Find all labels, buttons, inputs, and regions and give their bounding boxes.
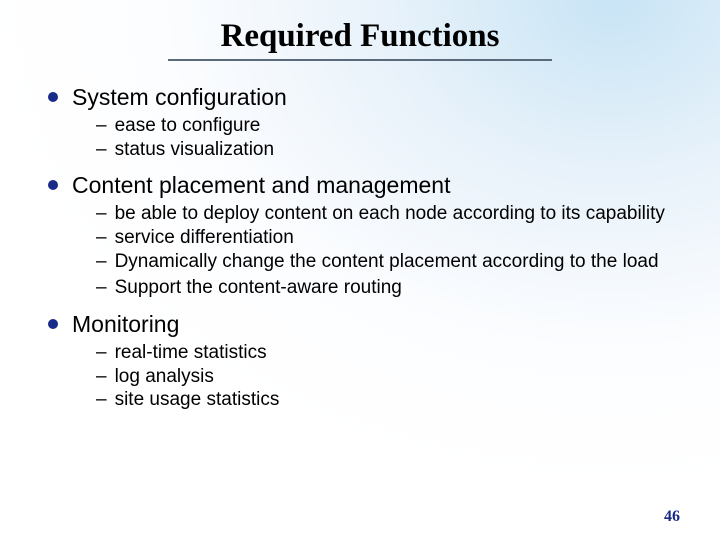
sub-text: ease to configure xyxy=(115,114,261,138)
sub-item: – Dynamically change the content placeme… xyxy=(96,250,680,274)
bullet-icon xyxy=(48,319,58,329)
dash-icon: – xyxy=(96,202,107,226)
sub-item: – real-time statistics xyxy=(96,341,680,365)
sub-text: log analysis xyxy=(115,365,214,389)
slide-container: Required Functions System configuration … xyxy=(0,0,720,412)
sub-item: – service differentiation xyxy=(96,226,680,250)
slide-title: Required Functions xyxy=(40,18,680,55)
dash-icon: – xyxy=(96,138,107,162)
dash-icon: – xyxy=(96,226,107,250)
dash-icon: – xyxy=(96,388,107,412)
dash-icon: – xyxy=(96,276,107,300)
bullet-icon xyxy=(48,180,58,190)
sub-item: – status visualization xyxy=(96,138,680,162)
sub-text: real-time statistics xyxy=(115,341,267,365)
dash-icon: – xyxy=(96,365,107,389)
sub-text: site usage statistics xyxy=(115,388,280,412)
sub-item: – site usage statistics xyxy=(96,388,680,412)
dash-icon: – xyxy=(96,341,107,365)
bullet-text: Monitoring xyxy=(72,310,179,339)
title-underline xyxy=(168,59,552,61)
bullet-item: Content placement and management xyxy=(48,171,680,200)
slide-content: System configuration – ease to configure… xyxy=(40,83,680,412)
sub-item: – Support the content-aware routing xyxy=(96,276,680,300)
bullet-text: System configuration xyxy=(72,83,287,112)
sub-text: be able to deploy content on each node a… xyxy=(115,202,665,226)
sub-item: – log analysis xyxy=(96,365,680,389)
bullet-text: Content placement and management xyxy=(72,171,450,200)
sub-text: Dynamically change the content placement… xyxy=(115,250,659,274)
bullet-item: Monitoring xyxy=(48,310,680,339)
bullet-item: System configuration xyxy=(48,83,680,112)
sub-text: status visualization xyxy=(115,138,274,162)
sub-text: Support the content-aware routing xyxy=(115,276,402,300)
slide-number: 46 xyxy=(664,508,680,526)
dash-icon: – xyxy=(96,250,107,274)
sub-item: – be able to deploy content on each node… xyxy=(96,202,680,226)
sub-text: service differentiation xyxy=(115,226,294,250)
dash-icon: – xyxy=(96,114,107,138)
bullet-icon xyxy=(48,92,58,102)
sub-item: – ease to configure xyxy=(96,114,680,138)
